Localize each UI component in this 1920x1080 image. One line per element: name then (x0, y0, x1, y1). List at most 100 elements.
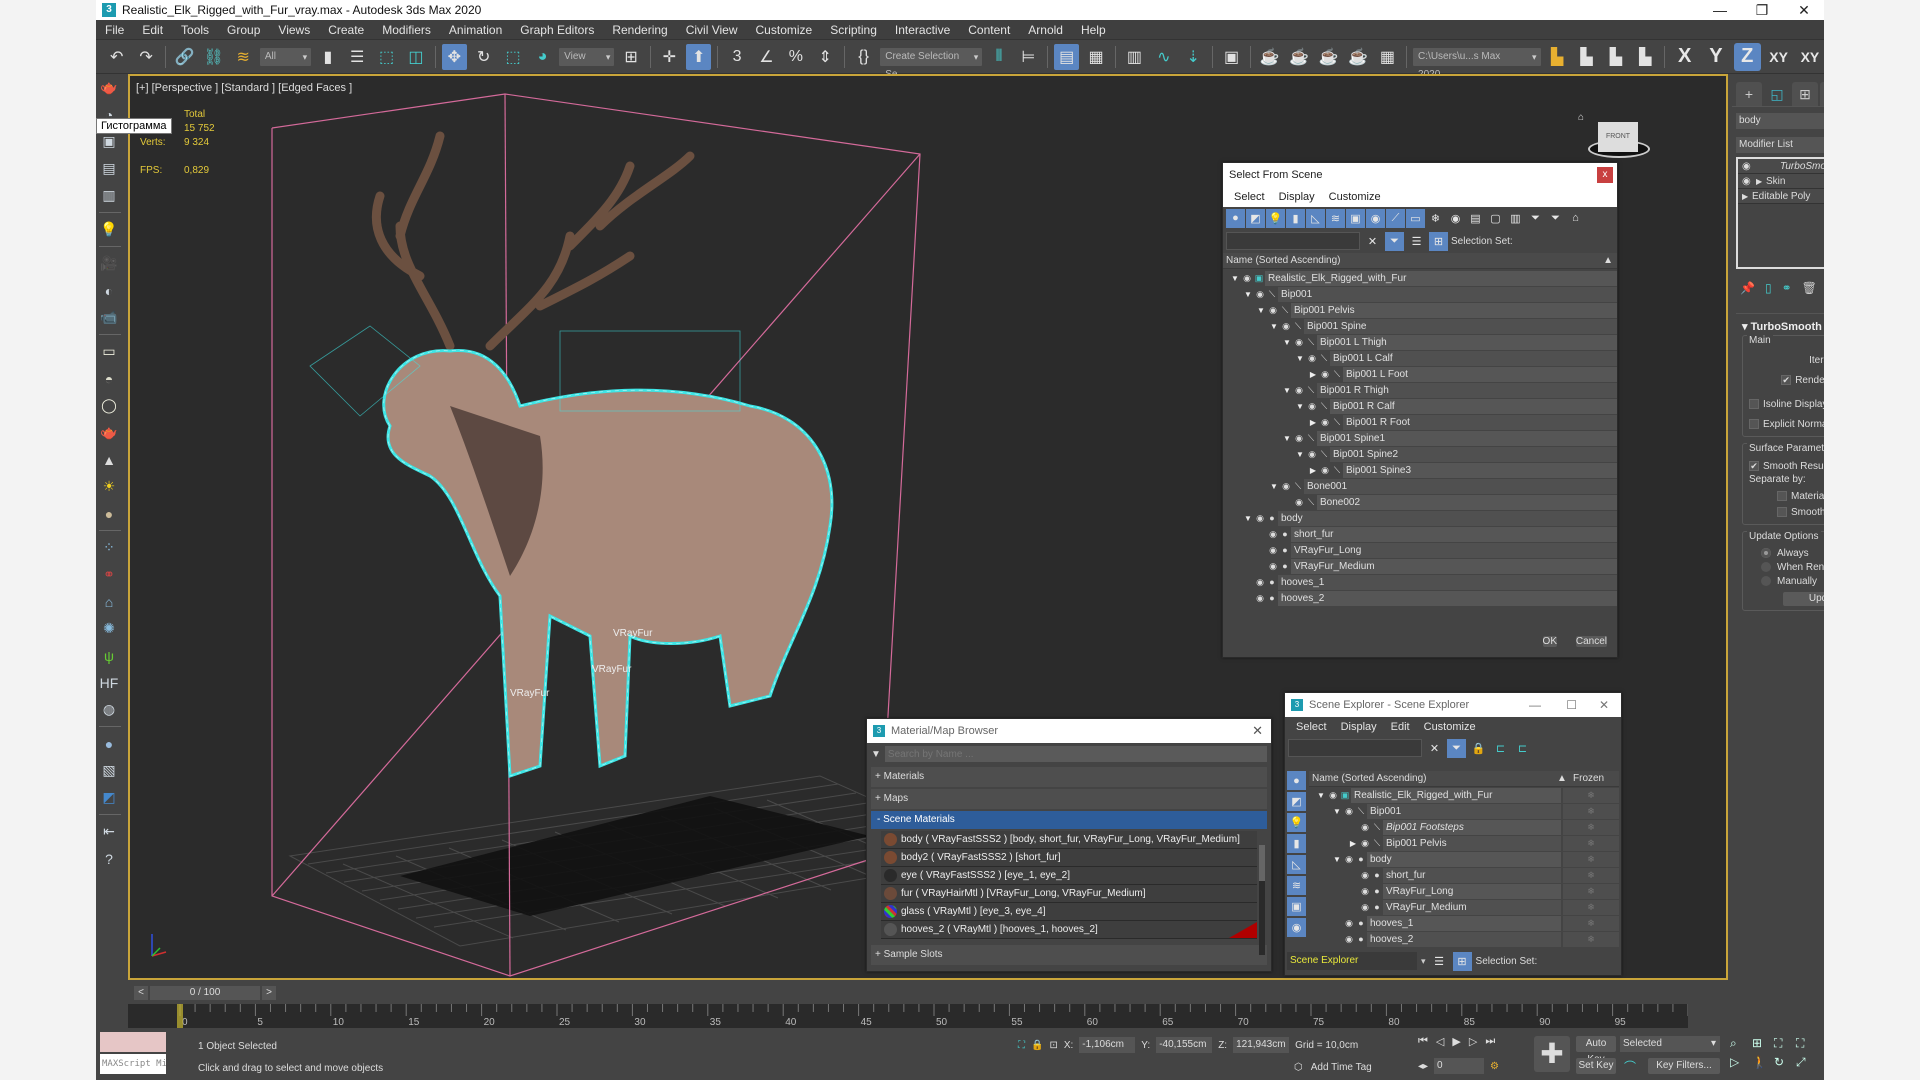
layer-icon[interactable]: ⌂ (1566, 209, 1585, 228)
tree-row[interactable]: ▼ ◉ ⟍ Bip001 R Thigh (1223, 382, 1617, 398)
visibility-eye-icon[interactable]: ◉ (1267, 305, 1279, 316)
menu-group[interactable]: Group (218, 20, 269, 40)
hierarchy-collapse-icon[interactable]: ⊏ (1513, 739, 1532, 758)
name-column-header[interactable]: Name (Sorted Ascending) (1312, 771, 1557, 786)
frozen-filter-icon[interactable]: ❄ (1426, 209, 1445, 228)
maximize-viewport-icon[interactable]: ⤢ (1796, 1055, 1816, 1070)
frozen-snowflake-icon[interactable]: ❄ (1563, 931, 1619, 947)
project-browse-icon[interactable]: ▙ (1574, 44, 1599, 70)
smoothing-groups-checkbox[interactable]: Smoothing Groups (1749, 504, 1824, 520)
ok-button[interactable]: OK (1542, 636, 1557, 647)
visibility-eye-icon[interactable]: ◉ (1343, 806, 1355, 817)
z-coordinate-field[interactable]: 121,943cm (1233, 1037, 1290, 1053)
viewport-label[interactable]: [+] [Perspective ] [Standard ] [Edged Fa… (136, 82, 352, 94)
menu-help[interactable]: Help (1072, 20, 1115, 40)
visibility-eye-icon[interactable]: ◉ (1343, 918, 1355, 929)
rectangular-selection-icon[interactable]: ⬚ (374, 44, 399, 70)
maps-section[interactable]: + Maps (871, 789, 1267, 809)
mesh-light-icon[interactable]: 🫖 (96, 419, 122, 446)
expand-arrow-down-icon[interactable]: ▼ (1242, 514, 1254, 523)
visibility-eye-icon[interactable]: ◉ (1306, 401, 1318, 412)
geometry-filter-icon[interactable]: ● (1226, 208, 1245, 228)
search-input[interactable] (1288, 739, 1422, 757)
selection-lock-icon[interactable]: 🔒 (1031, 1040, 1043, 1051)
reference-coordinate-dropdown[interactable]: View (559, 47, 615, 66)
tree-row[interactable]: ▼ ◉ ● body (1223, 510, 1617, 526)
expand-arrow-down-icon[interactable]: ▼ (1281, 386, 1293, 395)
menu-interactive[interactable]: Interactive (886, 20, 959, 40)
time-configuration-icon[interactable]: ⚙ (1490, 1061, 1499, 1072)
rollout-header[interactable]: ▾ TurboSmooth (1736, 318, 1824, 335)
maxscript-listener-output[interactable] (100, 1032, 166, 1052)
visibility-eye-icon[interactable]: ◉ (1343, 854, 1355, 865)
axis-y-button[interactable]: Y (1702, 43, 1729, 71)
auto-key-button[interactable]: Auto Key (1576, 1036, 1616, 1065)
visibility-eye-icon[interactable]: ◉ (1241, 273, 1253, 284)
select-object-icon[interactable]: ▮ (315, 44, 340, 70)
tree-row[interactable]: ◉ ● VRayFur_Medium (1223, 558, 1617, 574)
menu-content[interactable]: Content (959, 20, 1019, 40)
menu-scripting[interactable]: Scripting (821, 20, 886, 40)
visibility-eye-icon[interactable]: ◉ (1343, 934, 1355, 945)
expand-arrow-right-icon[interactable]: ▶ (1307, 466, 1319, 475)
filter-settings-icon[interactable]: ⏷ (1526, 209, 1545, 228)
pin-stack-icon[interactable]: 📌 (1740, 281, 1755, 295)
schematic-view-icon[interactable]: ⇣ (1181, 44, 1206, 70)
menu-file[interactable]: File (96, 20, 133, 40)
zoom-icon[interactable]: ⌕ (1730, 1036, 1750, 1051)
render-iters-checkbox[interactable]: ✔Render Iters: (1781, 372, 1824, 388)
scale-icon[interactable]: ⬚ (500, 44, 525, 70)
expand-arrow-down-icon[interactable]: ▼ (1331, 855, 1343, 864)
set-keys-button[interactable]: ✚ (1534, 1036, 1570, 1072)
tree-row[interactable]: ▼ ◉ ⟍ Bip001 L Calf (1223, 350, 1617, 366)
hair-fur-icon[interactable]: HF (96, 669, 122, 696)
tree-row[interactable]: ◉ ⟍ Bone002 (1223, 494, 1617, 510)
visibility-eye-icon[interactable]: ◉ (1293, 337, 1305, 348)
y-coordinate-field[interactable]: -40,155cm (1156, 1037, 1213, 1053)
select-by-name-icon[interactable]: ☰ (345, 44, 370, 70)
menu-select[interactable]: Select (1227, 191, 1272, 203)
tree-row[interactable]: ▼ ◉ ⟍ Bip001 Spine2 (1223, 446, 1617, 462)
close-button[interactable]: ✕ (1252, 723, 1263, 739)
redo-icon[interactable]: ↷ (133, 44, 158, 70)
disc-light-icon[interactable]: ◯ (96, 392, 122, 419)
zoom-all-icon[interactable]: ⊞ (1752, 1036, 1772, 1051)
cancel-button[interactable]: Cancel (1575, 636, 1607, 647)
select-none-icon[interactable]: ▢ (1486, 209, 1505, 228)
explicit-normals-checkbox[interactable]: Explicit Normals (1749, 416, 1824, 432)
always-radio[interactable]: Always (1749, 546, 1824, 560)
expand-arrow-right-icon[interactable]: ▶ (1307, 418, 1319, 427)
previous-frame-button[interactable]: < (134, 986, 148, 1000)
visibility-eye-icon[interactable]: ◉ (1254, 289, 1266, 300)
default-in-out-tangents-icon[interactable]: ⌒ (1624, 1058, 1636, 1075)
key-mode-toggle-icon[interactable]: ◂▸ (1418, 1061, 1428, 1072)
absolute-mode-icon[interactable]: ⊡ (1049, 1040, 1057, 1051)
groups-filter-icon[interactable]: ▣ (1346, 208, 1365, 228)
project-settings-icon[interactable]: ▙ (1633, 44, 1658, 70)
visibility-eye-icon[interactable]: ◉ (1742, 161, 1756, 172)
expand-arrow-down-icon[interactable]: ▼ (1331, 807, 1343, 816)
set-project-folder-icon[interactable]: ▙ (1545, 44, 1570, 70)
hidden-filter-icon[interactable]: ◉ (1446, 209, 1465, 228)
menu-customize[interactable]: Customize (1322, 191, 1388, 203)
object-name-field[interactable]: body (1736, 113, 1824, 129)
isolate-selection-icon[interactable]: ⛶ (1018, 1040, 1025, 1051)
make-unique-icon[interactable]: ⚭ (1782, 281, 1792, 295)
export-icon[interactable]: ⇤ (96, 818, 122, 845)
maximize-button[interactable]: ❐ (1742, 0, 1782, 20)
undo-icon[interactable]: ↶ (104, 44, 129, 70)
manually-radio[interactable]: Manually (1749, 574, 1824, 588)
minimize-button[interactable]: — (1700, 0, 1740, 20)
cameras-filter-icon[interactable]: ▮ (1286, 208, 1305, 228)
project-folder-dropdown[interactable]: C:\Users\u...s Max 2020 (1413, 47, 1541, 80)
tree-row[interactable]: ◉ ● short_fur (1223, 526, 1617, 542)
render-setup-icon[interactable]: ☕ (1257, 44, 1282, 70)
proxy-icon[interactable]: ⌂ (96, 588, 122, 615)
frozen-snowflake-icon[interactable]: ❄ (1563, 803, 1619, 819)
panel-2-icon[interactable]: ▥ (96, 182, 122, 209)
project-open-icon[interactable]: ▙ (1603, 44, 1628, 70)
place-icon[interactable]: ◕ (530, 44, 555, 70)
previous-key-icon[interactable]: ◁ (1436, 1035, 1444, 1048)
clear-search-icon[interactable]: ✕ (1425, 739, 1444, 758)
time-slider-thumb[interactable]: 0 / 100 (150, 986, 260, 1000)
